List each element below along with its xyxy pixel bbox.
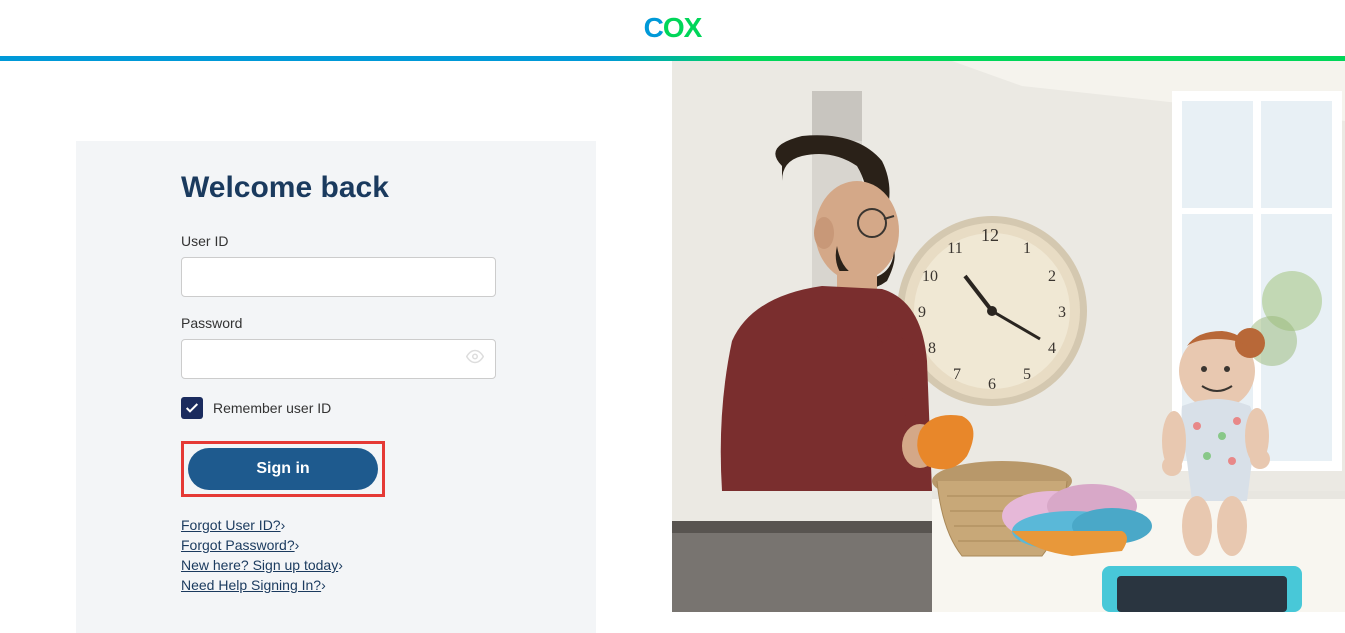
hero-image: 12 1 2 3 4 5 6 7 8 9 10 11: [672, 61, 1345, 612]
password-field-group: Password: [181, 315, 496, 379]
password-input[interactable]: [181, 339, 496, 379]
svg-text:3: 3: [1058, 304, 1066, 321]
svg-text:12: 12: [981, 225, 999, 245]
page-title: Welcome back: [181, 171, 496, 205]
password-wrapper: [181, 339, 496, 379]
password-label: Password: [181, 315, 496, 331]
signin-button-highlight: Sign in: [181, 441, 385, 497]
svg-text:9: 9: [918, 304, 926, 321]
hero-image-section: 12 1 2 3 4 5 6 7 8 9 10 11: [672, 61, 1345, 612]
help-links-list: Forgot User ID? Forgot Password? New her…: [181, 517, 496, 593]
signin-button[interactable]: Sign in: [188, 448, 378, 490]
forgot-password-link[interactable]: Forgot Password?: [181, 537, 496, 553]
need-help-link[interactable]: Need Help Signing In?: [181, 577, 496, 593]
left-section: Welcome back User ID Password: [0, 61, 672, 612]
svg-text:7: 7: [953, 366, 961, 383]
svg-text:2: 2: [1048, 268, 1056, 285]
user-id-field-group: User ID: [181, 233, 496, 297]
cox-logo[interactable]: COX: [644, 12, 702, 44]
user-id-input[interactable]: [181, 257, 496, 297]
forgot-user-id-link[interactable]: Forgot User ID?: [181, 517, 496, 533]
header: COX: [0, 0, 1345, 56]
remember-label: Remember user ID: [213, 400, 331, 416]
login-card: Welcome back User ID Password: [76, 141, 596, 633]
svg-text:5: 5: [1023, 366, 1031, 383]
remember-checkbox[interactable]: [181, 397, 203, 419]
eye-icon[interactable]: [466, 348, 484, 371]
svg-text:11: 11: [947, 240, 962, 257]
remember-checkbox-row: Remember user ID: [181, 397, 496, 419]
user-id-label: User ID: [181, 233, 496, 249]
svg-text:1: 1: [1023, 240, 1031, 257]
sign-up-link[interactable]: New here? Sign up today: [181, 557, 496, 573]
svg-text:10: 10: [922, 268, 938, 285]
svg-text:4: 4: [1048, 340, 1056, 357]
main-content: Welcome back User ID Password: [0, 61, 1345, 612]
svg-text:8: 8: [928, 340, 936, 357]
svg-text:6: 6: [988, 376, 996, 393]
